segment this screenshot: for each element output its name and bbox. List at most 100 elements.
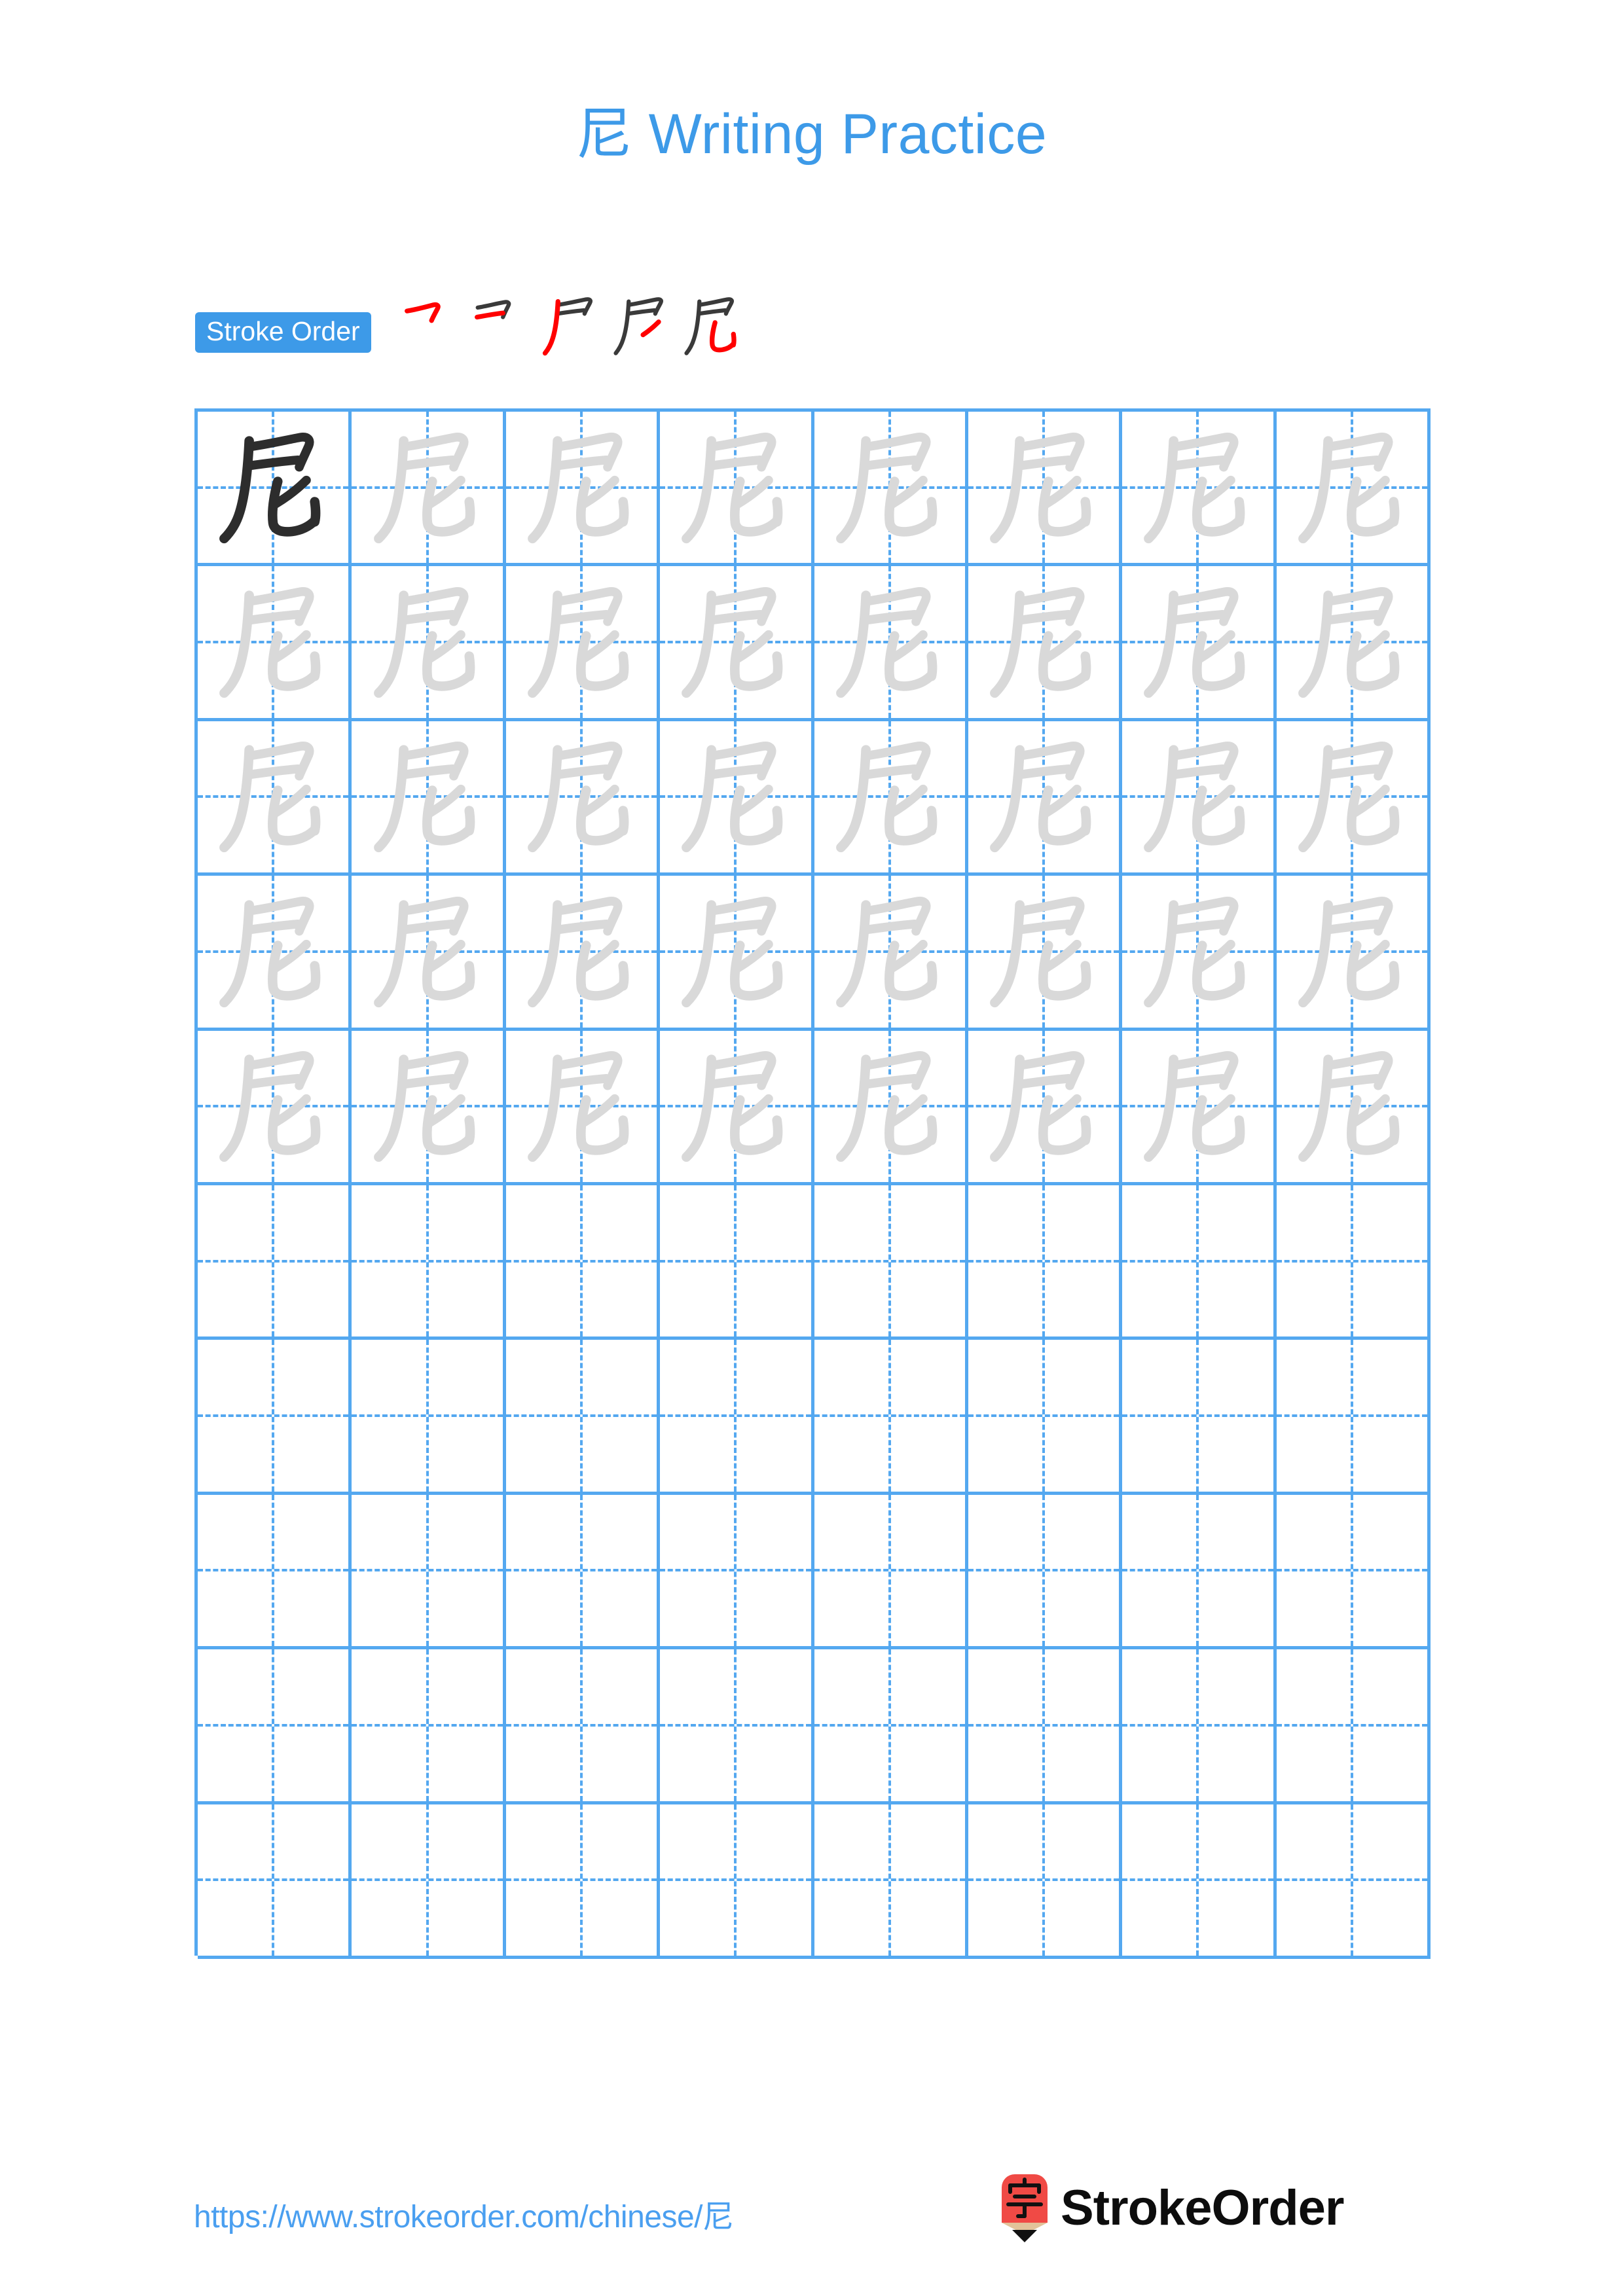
practice-cell[interactable] xyxy=(814,1494,968,1650)
grid-row xyxy=(198,1185,1431,1340)
practice-cell[interactable] xyxy=(1276,1649,1431,1804)
practice-cell[interactable] xyxy=(198,1804,352,1959)
practice-cell[interactable] xyxy=(814,1340,968,1495)
practice-cell[interactable] xyxy=(1122,566,1277,721)
practice-cell[interactable] xyxy=(660,1185,814,1340)
practice-cell[interactable] xyxy=(1276,876,1431,1031)
practice-cell[interactable] xyxy=(660,876,814,1031)
practice-cell[interactable] xyxy=(814,721,968,876)
practice-cell[interactable] xyxy=(968,876,1123,1031)
trace-character xyxy=(198,566,348,717)
trace-character xyxy=(1277,721,1427,872)
practice-cell[interactable] xyxy=(660,412,814,567)
practice-cell[interactable] xyxy=(352,1030,506,1185)
practice-cell[interactable] xyxy=(198,412,352,567)
practice-cell[interactable] xyxy=(1122,1649,1277,1804)
practice-cell[interactable] xyxy=(198,1030,352,1185)
practice-cell[interactable] xyxy=(660,721,814,876)
character-glyph-svg xyxy=(1144,1051,1245,1162)
practice-cell[interactable] xyxy=(352,721,506,876)
practice-cell[interactable] xyxy=(1276,566,1431,721)
character-glyph-svg xyxy=(682,1051,783,1162)
page-title-character: 尼 xyxy=(575,101,633,167)
practice-cell[interactable] xyxy=(1276,412,1431,567)
practice-cell[interactable] xyxy=(505,1649,661,1804)
practice-cell[interactable] xyxy=(198,1185,352,1340)
character-glyph-svg xyxy=(373,587,475,698)
practice-cell[interactable] xyxy=(1122,1804,1277,1959)
practice-cell[interactable] xyxy=(505,1185,661,1340)
practice-cell[interactable] xyxy=(968,721,1123,876)
practice-cell[interactable] xyxy=(505,721,661,876)
practice-cell[interactable] xyxy=(660,1030,814,1185)
practice-cell[interactable] xyxy=(968,1185,1123,1340)
trace-character xyxy=(1122,876,1273,1027)
practice-cell[interactable] xyxy=(352,412,506,567)
character-glyph-svg xyxy=(990,742,1091,853)
practice-cell[interactable] xyxy=(1276,1185,1431,1340)
character-glyph-svg xyxy=(1144,432,1245,543)
practice-cell[interactable] xyxy=(968,412,1123,567)
practice-cell[interactable] xyxy=(1122,412,1277,567)
practice-cell[interactable] xyxy=(352,1494,506,1650)
trace-character xyxy=(660,412,811,563)
practice-cell[interactable] xyxy=(968,566,1123,721)
character-glyph-svg xyxy=(528,896,629,1008)
practice-cell[interactable] xyxy=(814,876,968,1031)
practice-cell[interactable] xyxy=(505,566,661,721)
practice-cell[interactable] xyxy=(352,1340,506,1495)
practice-cell[interactable] xyxy=(814,412,968,567)
practice-cell[interactable] xyxy=(968,1340,1123,1495)
practice-cell[interactable] xyxy=(814,1804,968,1959)
practice-cell[interactable] xyxy=(198,721,352,876)
practice-cell[interactable] xyxy=(352,1804,506,1959)
practice-cell[interactable] xyxy=(352,1649,506,1804)
practice-cell[interactable] xyxy=(505,1494,661,1650)
practice-cell[interactable] xyxy=(352,566,506,721)
practice-cell[interactable] xyxy=(1122,1340,1277,1495)
practice-cell[interactable] xyxy=(505,1030,661,1185)
practice-cell[interactable] xyxy=(1122,1030,1277,1185)
practice-cell[interactable] xyxy=(1276,1340,1431,1495)
trace-character xyxy=(1277,412,1427,563)
practice-cell[interactable] xyxy=(1122,1185,1277,1340)
practice-cell[interactable] xyxy=(505,876,661,1031)
practice-cell[interactable] xyxy=(968,1804,1123,1959)
practice-cell[interactable] xyxy=(1276,1494,1431,1650)
practice-cell[interactable] xyxy=(814,1649,968,1804)
practice-cell[interactable] xyxy=(1276,1804,1431,1959)
practice-cell[interactable] xyxy=(660,1649,814,1804)
practice-cell[interactable] xyxy=(814,1030,968,1185)
grid-row xyxy=(198,876,1431,1031)
practice-cell[interactable] xyxy=(660,1494,814,1650)
practice-cell[interactable] xyxy=(1122,1494,1277,1650)
practice-cell[interactable] xyxy=(660,566,814,721)
practice-cell[interactable] xyxy=(198,1649,352,1804)
practice-cell[interactable] xyxy=(968,1030,1123,1185)
practice-cell[interactable] xyxy=(352,876,506,1031)
practice-cell[interactable] xyxy=(968,1649,1123,1804)
footer-url[interactable]: https://www.strokeorder.com/chinese/尼 xyxy=(194,2191,734,2236)
practice-cell[interactable] xyxy=(198,876,352,1031)
practice-cell[interactable] xyxy=(660,1804,814,1959)
character-glyph-svg xyxy=(373,1051,475,1162)
practice-cell[interactable] xyxy=(198,1494,352,1650)
practice-cell[interactable] xyxy=(814,566,968,721)
practice-cell[interactable] xyxy=(505,412,661,567)
practice-cell[interactable] xyxy=(198,566,352,721)
practice-cell[interactable] xyxy=(1122,721,1277,876)
practice-cell[interactable] xyxy=(1276,721,1431,876)
trace-character xyxy=(968,1031,1119,1182)
character-glyph-svg xyxy=(1298,742,1400,853)
practice-cell[interactable] xyxy=(505,1804,661,1959)
practice-cell[interactable] xyxy=(198,1340,352,1495)
practice-cell[interactable] xyxy=(352,1185,506,1340)
practice-cell[interactable] xyxy=(814,1185,968,1340)
practice-cell[interactable] xyxy=(505,1340,661,1495)
stroke-order-section: Stroke Order xyxy=(195,297,746,359)
practice-cell[interactable] xyxy=(660,1340,814,1495)
practice-cell[interactable] xyxy=(1276,1030,1431,1185)
trace-character xyxy=(1277,1031,1427,1182)
practice-cell[interactable] xyxy=(968,1494,1123,1650)
practice-cell[interactable] xyxy=(1122,876,1277,1031)
